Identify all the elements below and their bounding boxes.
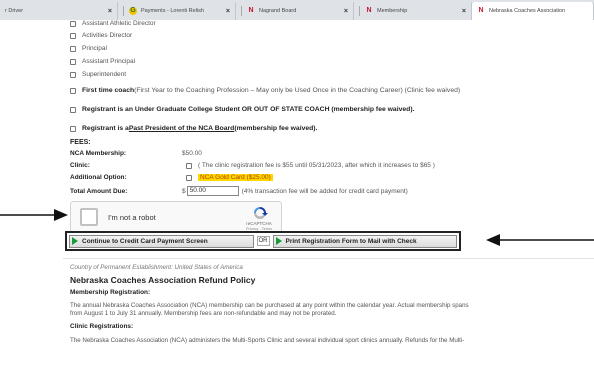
fee-label: Additional Option:: [70, 174, 127, 181]
role-option[interactable]: Assistant Principal: [70, 58, 135, 65]
first-time-coach-option[interactable]: First time coach (First Year to the Coac…: [70, 87, 460, 94]
play-arrow-icon: [72, 237, 78, 245]
past-president-link[interactable]: Past President of the NCA Board: [129, 125, 235, 132]
role-label: Superintendent: [82, 71, 127, 78]
print-registration-form-button[interactable]: Print Registration Form to Mail with Che…: [272, 234, 457, 248]
checkbox[interactable]: [70, 87, 76, 94]
role-label: Principal: [82, 45, 107, 52]
recaptcha-brand: reCAPTCHA: [246, 221, 272, 226]
student-label: Registrant is an Under Graduate College …: [82, 106, 415, 113]
checkbox[interactable]: [70, 125, 76, 132]
browser-tab[interactable]: G Payments - Lorenti Relish ×: [118, 2, 236, 20]
role-label: Assistant Athletic Director: [82, 20, 156, 27]
student-option[interactable]: Registrant is an Under Graduate College …: [70, 106, 414, 113]
past-president-option[interactable]: Registrant is a Past President of the NC…: [70, 125, 317, 132]
close-icon[interactable]: ×: [462, 8, 466, 15]
checkbox[interactable]: [70, 58, 76, 65]
or-separator: OR: [256, 236, 270, 246]
clinic-registrations-heading: Clinic Registrations:: [70, 323, 134, 330]
recaptcha-label: I'm not a robot: [108, 213, 156, 222]
gold-card-option: NCA Gold Card ($25.00): [198, 174, 273, 181]
fee-label: Total Amount Due:: [70, 187, 128, 195]
role-option[interactable]: Assistant Athletic Director: [70, 20, 156, 27]
membership-policy-line-2: from August 1 to July 31 annually. Membe…: [70, 310, 337, 317]
nebraska-n-icon: N: [478, 7, 484, 14]
browser-tab[interactable]: r Driver ×: [0, 2, 118, 20]
currency-symbol: $: [182, 187, 186, 195]
tab-title: Nagrand Board: [259, 8, 297, 14]
fee-row-membership: NCA Membership: $50.00: [70, 150, 202, 157]
clinic-checkbox[interactable]: [186, 162, 192, 169]
annotation-arrow-left-icon: [486, 234, 594, 246]
recaptcha-icon: [254, 207, 268, 219]
fee-label: Clinic:: [70, 162, 90, 169]
tab-separator: [359, 6, 360, 16]
annotation-arrow-right-icon: [0, 209, 68, 221]
role-label: Activities Director: [82, 32, 133, 39]
clinic-note: ( The clinic registration fee is $55 unt…: [198, 162, 435, 169]
gold-card-checkbox[interactable]: [186, 174, 192, 181]
fee-row-clinic: Clinic: ( The clinic registration fee is…: [70, 162, 435, 169]
recaptcha-widget: I'm not a robot reCAPTCHA Privacy - Term…: [70, 201, 282, 233]
past-president-prefix: Registrant is a: [82, 125, 129, 132]
browser-tab-active[interactable]: N Nebraska Coaches Association: [472, 2, 594, 20]
close-icon[interactable]: ×: [108, 8, 112, 15]
play-arrow-icon: [275, 237, 282, 245]
browser-tab-strip: r Driver × G Payments - Lorenti Relish ×…: [0, 0, 594, 20]
first-time-coach-label: First time coach: [82, 87, 135, 94]
credit-card-button-label: Continue to Credit Card Payment Screen: [82, 237, 208, 245]
credit-card-payment-button[interactable]: Continue to Credit Card Payment Screen: [69, 234, 254, 248]
nebraska-n-icon: N: [366, 7, 372, 14]
print-form-button-label: Print Registration Form to Mail with Che…: [285, 237, 417, 245]
fees-heading: FEES:: [70, 139, 91, 146]
google-icon: G: [129, 7, 137, 15]
submit-actions: Continue to Credit Card Payment Screen O…: [65, 231, 461, 251]
tab-separator: [241, 6, 242, 16]
tab-separator: [123, 6, 124, 16]
role-option[interactable]: Activities Director: [70, 32, 132, 39]
tab-title: Nebraska Coaches Association: [489, 8, 566, 14]
section-divider: [63, 258, 594, 259]
role-option[interactable]: Superintendent: [70, 71, 126, 78]
close-icon[interactable]: ×: [344, 8, 348, 15]
fee-row-total: Total Amount Due: $ 50.00 (4% transactio…: [70, 186, 408, 196]
membership-policy-line-1: The annual Nebraska Coaches Association …: [70, 302, 469, 309]
country-note: Country of Permanent Establishment: Unit…: [70, 264, 243, 271]
first-time-coach-note: (First Year to the Coaching Profession –…: [134, 87, 461, 94]
transaction-fee-note: (4% transaction fee will be added for cr…: [241, 187, 408, 195]
registration-page: Assistant Athletic Director Activities D…: [0, 20, 594, 366]
total-amount-field[interactable]: 50.00: [186, 186, 239, 196]
fee-label: NCA Membership:: [70, 150, 127, 157]
checkbox[interactable]: [70, 32, 76, 39]
refund-policy-title: Nebraska Coaches Association Refund Poli…: [70, 275, 256, 285]
checkbox[interactable]: [70, 71, 76, 78]
close-icon[interactable]: ×: [226, 8, 230, 15]
clinic-policy-text: The Nebraska Coaches Association (NCA) a…: [70, 337, 465, 344]
tab-title: Membership: [377, 8, 408, 14]
recaptcha-checkbox[interactable]: [80, 208, 98, 226]
tab-title: Payments - Lorenti Relish: [141, 8, 204, 14]
role-option[interactable]: Principal: [70, 45, 107, 52]
nebraska-n-icon: N: [248, 7, 254, 14]
role-label: Assistant Principal: [82, 58, 136, 65]
fee-row-additional: Additional Option: NCA Gold Card ($25.00…: [70, 174, 273, 181]
checkbox[interactable]: [70, 45, 76, 52]
tab-title: r Driver: [5, 8, 24, 14]
browser-tab[interactable]: N Membership ×: [354, 2, 472, 20]
past-president-suffix: (membership fee waived).: [234, 125, 318, 132]
membership-registration-heading: Membership Registration:: [70, 289, 151, 296]
checkbox[interactable]: [70, 20, 76, 27]
fee-value: $50.00: [182, 150, 202, 157]
checkbox[interactable]: [70, 106, 76, 113]
browser-tab[interactable]: N Nagrand Board ×: [236, 2, 354, 20]
